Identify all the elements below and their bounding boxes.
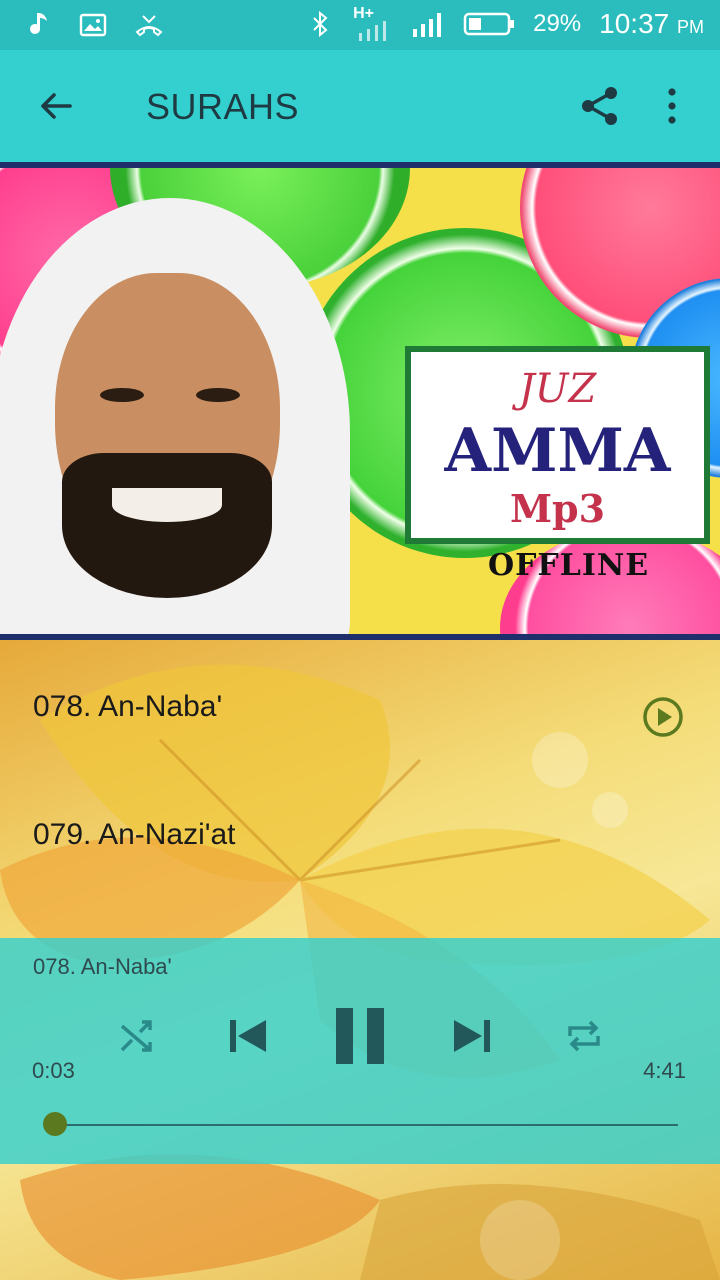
list-item[interactable]: 079. An-Nazi'at bbox=[0, 780, 720, 890]
seek-bar[interactable] bbox=[48, 1124, 678, 1126]
clock: 10:37 PM bbox=[599, 8, 704, 39]
bluetooth-icon bbox=[313, 10, 328, 38]
battery-percent: 29% bbox=[533, 10, 582, 37]
now-playing-title: 078. An-Naba' bbox=[33, 954, 172, 979]
image-icon bbox=[79, 13, 107, 37]
missed-call-icon bbox=[135, 15, 163, 37]
banner-image: JUZ AMMA Mp3 OFFLINE bbox=[0, 162, 720, 640]
page-title: SURAHS bbox=[146, 86, 300, 127]
share-icon[interactable] bbox=[578, 84, 622, 128]
play-circle-icon[interactable] bbox=[642, 696, 684, 738]
logo-mp3-text: Mp3 bbox=[509, 486, 606, 531]
surah-title: 078. An-Naba' bbox=[33, 690, 223, 723]
system-icons: H+ 29% 10:37 PM bbox=[305, 5, 704, 41]
pause-icon[interactable] bbox=[334, 1006, 386, 1066]
notification-icons bbox=[22, 10, 164, 40]
list-item[interactable]: 078. An-Naba' bbox=[0, 652, 720, 762]
surah-title: 079. An-Nazi'at bbox=[33, 818, 236, 851]
battery-icon bbox=[463, 12, 515, 36]
back-arrow-icon[interactable] bbox=[34, 84, 78, 128]
previous-icon[interactable] bbox=[226, 1014, 270, 1058]
seek-thumb[interactable] bbox=[42, 1112, 67, 1136]
logo-amma-text: AMMA bbox=[444, 416, 671, 486]
network-type: H+ bbox=[353, 5, 393, 41]
more-options-icon[interactable] bbox=[650, 84, 694, 128]
signal-icon bbox=[413, 13, 442, 37]
shuffle-icon[interactable] bbox=[116, 1016, 156, 1056]
juz-amma-logo: JUZ AMMA Mp3 bbox=[405, 346, 710, 544]
status-bar: H+ 29% 10:37 PM bbox=[0, 0, 720, 50]
app-bar: SURAHS bbox=[0, 50, 720, 162]
next-icon[interactable] bbox=[450, 1014, 494, 1058]
logo-juz-text: JUZ bbox=[518, 366, 597, 412]
repeat-icon[interactable] bbox=[564, 1016, 604, 1056]
current-time: 0:03 bbox=[32, 1058, 75, 1083]
logo-offline-text: OFFLINE bbox=[488, 548, 650, 583]
music-note-icon bbox=[30, 13, 47, 34]
citrus-slice-decoration bbox=[500, 528, 720, 634]
total-time: 4:41 bbox=[643, 1058, 686, 1083]
media-player: 078. An-Naba' 0:03 4:41 bbox=[0, 938, 720, 1164]
mobile-data-icon bbox=[359, 21, 387, 41]
